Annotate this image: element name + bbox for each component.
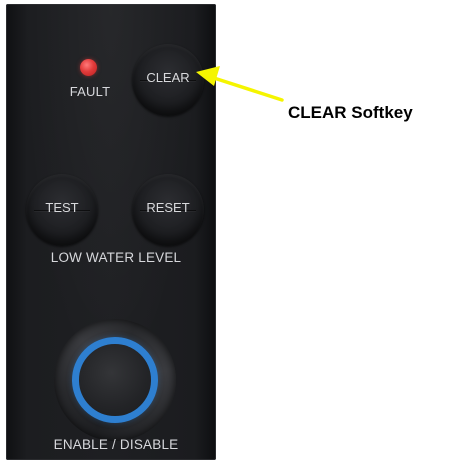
callout-text: CLEAR Softkey — [288, 103, 413, 122]
enable-disable-label: ENABLE / DISABLE — [53, 437, 179, 452]
control-panel: FAULT CLEAR TEST RESET LOW WATER LEVEL E… — [6, 4, 216, 460]
callout-arrow-shaft — [212, 76, 284, 102]
screenshot-stage: FAULT CLEAR TEST RESET LOW WATER LEVEL E… — [0, 0, 450, 463]
clear-softkey[interactable]: CLEAR — [132, 44, 204, 116]
enable-ring-icon — [72, 337, 158, 423]
reset-softkey[interactable]: RESET — [132, 174, 204, 246]
low-water-level-label: LOW WATER LEVEL — [50, 250, 182, 265]
enable-disable-button[interactable] — [54, 319, 176, 441]
reset-softkey-label: RESET — [146, 200, 190, 215]
fault-led-icon — [80, 59, 97, 76]
clear-softkey-label: CLEAR — [146, 70, 190, 85]
test-softkey[interactable]: TEST — [26, 174, 98, 246]
fault-label: FAULT — [69, 84, 111, 99]
test-softkey-label: TEST — [45, 200, 79, 215]
